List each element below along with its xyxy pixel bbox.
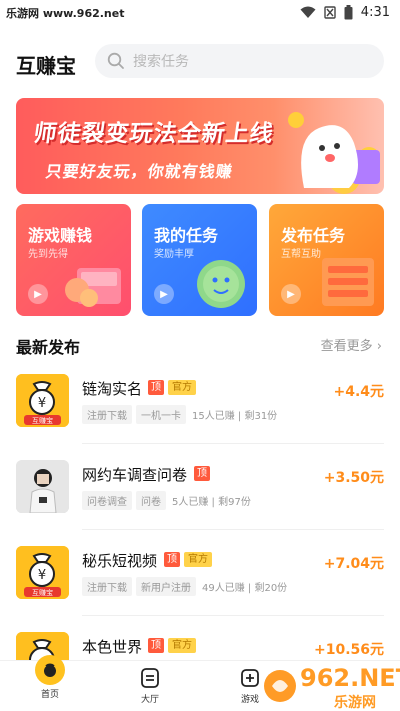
logo-label: 互赚宝 [32, 588, 53, 597]
search-placeholder: 搜索任务 [133, 54, 189, 70]
task-name: 本色世界 [82, 638, 143, 656]
task-reward: +4.4元 [333, 384, 384, 400]
tag-row: 顶 官方 [148, 380, 196, 395]
coin-box-illustration [65, 268, 121, 307]
task-item[interactable]: 本色世界 顶 官方 +10.56元 [0, 632, 400, 660]
task-meta: 注册下载 新用户注册 49人已赚 | 剩20份 [82, 577, 287, 596]
task-chip: 注册下载 [82, 577, 132, 596]
view-more-label: 查看更多 [320, 339, 373, 354]
app-logo: ¥ 互赚宝 [16, 374, 69, 427]
task-photo [16, 460, 69, 513]
banner-subtitle: 只要好友玩，你就有钱赚 [44, 162, 235, 181]
task-reward: +3.50元 [323, 470, 384, 486]
section-title: 最新发布 [16, 338, 81, 357]
chevron-right-icon: › [376, 339, 382, 354]
nav-label: 首页 [40, 690, 59, 700]
publish-task-card[interactable]: 发布任务 互帮互助 ▶ [269, 204, 384, 316]
top-badge: 顶 [148, 380, 164, 395]
task-item[interactable]: 网约车调查问卷 顶 问卷调查 问卷 5人已赚 | 剩97份 +3.50元 [0, 460, 400, 546]
task-meta: 注册下载 一机一卡 15人已赚 | 剩31份 [82, 405, 277, 424]
battery-icon [344, 4, 353, 19]
task-stats: 49人已赚 | 剩20份 [202, 583, 288, 594]
search-icon [107, 52, 124, 69]
app-logo: ¥ 互赚宝 [16, 546, 69, 599]
money-bag-icon: ¥ 互赚宝 [16, 374, 69, 427]
battery-saver-icon [324, 5, 336, 19]
person-photo [16, 460, 69, 513]
nav-label: 游戏 [240, 695, 259, 705]
my-tasks-card[interactable]: 我的任务 奖励丰厚 ▶ [142, 204, 257, 316]
svg-text:¥: ¥ [38, 568, 46, 583]
arrow-right-icon: ▶ [281, 284, 301, 304]
task-chip: 一机一卡 [136, 405, 186, 424]
status-bar: 乐游网 www.962.net 4:31 [0, 0, 400, 24]
task-stats: 5人已赚 | 剩97份 [172, 497, 251, 508]
top-badge: 顶 [194, 466, 210, 481]
arrow-right-icon: ▶ [154, 284, 174, 304]
divider [82, 443, 384, 444]
plus-icon [238, 666, 262, 690]
task-name: 秘乐短视频 [82, 552, 158, 570]
divider [82, 529, 384, 530]
task-item[interactable]: ¥ 互赚宝 链淘实名 顶 官方 注册下载 一机一卡 15人已赚 | 剩31份 +… [0, 374, 400, 460]
nav-home[interactable]: 首页 [20, 655, 80, 711]
status-icons: 4:31 [300, 3, 390, 21]
task-chip: 新用户注册 [136, 577, 196, 596]
list-icon [138, 666, 162, 690]
tag-row: 顶 官方 [164, 552, 212, 567]
watermark-top: 962.NET [300, 664, 400, 692]
task-name: 链淘实名 [82, 380, 143, 398]
logo-label: 互赚宝 [32, 416, 53, 425]
task-meta: 问卷调查 问卷 5人已赚 | 剩97份 [82, 491, 251, 510]
nav-hall[interactable]: 大厅 [120, 661, 180, 711]
ghost-mascot-illustration [288, 112, 380, 194]
divider [82, 615, 384, 616]
tag-row: 顶 [194, 466, 210, 481]
site-watermark: 962.NET 乐游网 [262, 662, 400, 711]
task-reward: +10.56元 [313, 642, 384, 658]
status-bar-site: 乐游网 www.962.net [6, 7, 125, 20]
task-chip: 问卷调查 [82, 491, 132, 510]
task-stats: 15人已赚 | 剩31份 [192, 411, 278, 422]
game-earn-card[interactable]: 游戏赚钱 先到先得 ▶ [16, 204, 131, 316]
task-list-illustration [322, 258, 374, 306]
card-title: 我的任务 [154, 226, 219, 245]
card-title: 发布任务 [281, 226, 346, 245]
task-name: 网约车调查问卷 [82, 466, 188, 484]
wifi-icon [300, 6, 316, 18]
money-bag-icon: ¥ 互赚宝 [16, 546, 69, 599]
card-title: 游戏赚钱 [28, 226, 93, 245]
top-badge: 顶 [148, 638, 164, 653]
task-chip: 问卷 [136, 491, 166, 510]
view-more-link[interactable]: 查看更多 › [321, 335, 382, 354]
watermark-bottom: 乐游网 [334, 695, 376, 711]
official-badge: 官方 [168, 638, 196, 653]
status-time: 4:31 [360, 4, 390, 20]
task-item[interactable]: ¥ 互赚宝 秘乐短视频 顶 官方 注册下载 新用户注册 49人已赚 | 剩20份… [0, 546, 400, 632]
task-reward: +7.04元 [323, 556, 384, 572]
nav-label: 大厅 [140, 695, 159, 705]
arrow-right-icon: ▶ [28, 284, 48, 304]
smiley-ball-illustration [197, 260, 245, 308]
home-icon [35, 655, 65, 685]
tag-row: 顶 官方 [148, 638, 196, 653]
official-badge: 官方 [168, 380, 196, 395]
search-bar[interactable]: 搜索任务 [95, 44, 384, 78]
promo-banner[interactable]: 师徒裂变玩法全新上线 只要好友玩，你就有钱赚 [16, 98, 384, 194]
top-badge: 顶 [164, 552, 180, 567]
official-badge: 官方 [184, 552, 212, 567]
task-chip: 注册下载 [82, 405, 132, 424]
app-title: 互赚宝 [16, 54, 76, 78]
svg-text:¥: ¥ [38, 396, 46, 411]
banner-title: 师徒裂变玩法全新上线 [31, 121, 276, 147]
